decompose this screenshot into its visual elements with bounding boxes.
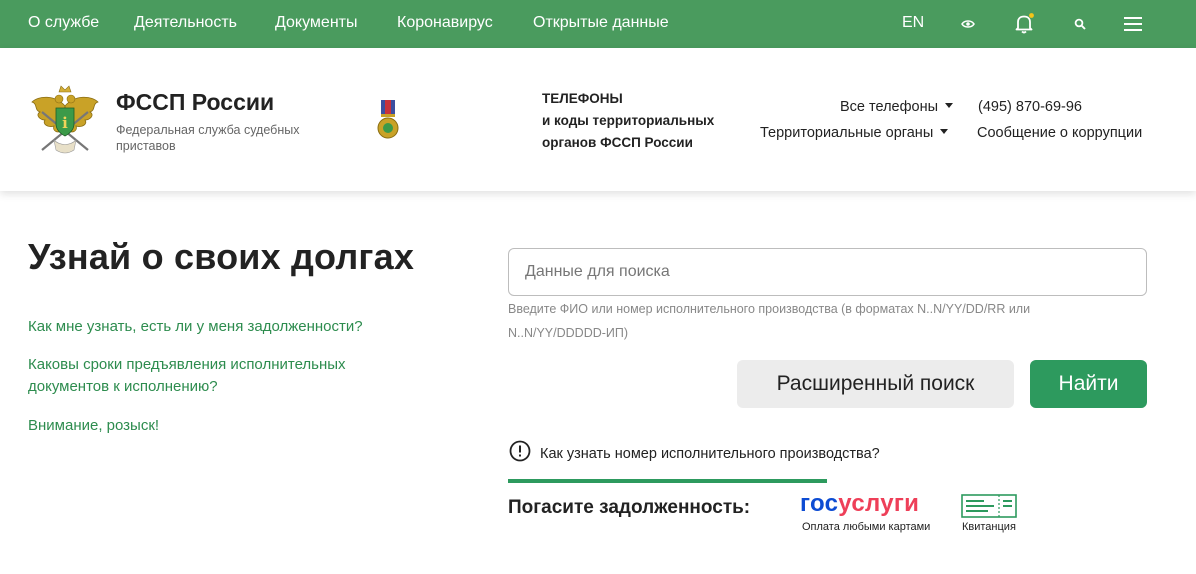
all-phones-label: Все телефоны <box>840 99 939 115</box>
nav-item-about[interactable]: О службе <box>28 14 99 32</box>
phones-line2: и коды территориальных <box>542 113 715 128</box>
nav-item-activity[interactable]: Деятельность <box>134 14 237 32</box>
svg-text:i: i <box>62 114 68 132</box>
gosuslugi-logo-part2: услуги <box>838 490 920 517</box>
proceeding-number-help-link[interactable]: Как узнать номер исполнительного произво… <box>509 440 880 467</box>
territorial-label: Территориальные органы <box>760 125 934 141</box>
page-title: Узнай о своих долгах <box>28 236 415 277</box>
notification-dot <box>1029 13 1034 18</box>
phones-line3: органов ФССП России <box>542 135 693 150</box>
receipt-icon[interactable] <box>961 494 1017 518</box>
fssp-emblem-icon[interactable]: i <box>30 84 100 156</box>
divider-bar <box>508 479 827 483</box>
nav-item-documents[interactable]: Документы <box>275 14 357 32</box>
bell-icon[interactable] <box>1012 12 1036 36</box>
phones-title: ТЕЛЕФОНЫ <box>542 91 623 106</box>
menu-icon[interactable] <box>1121 12 1145 36</box>
receipt-caption[interactable]: Квитанция <box>962 521 1016 533</box>
corruption-report-link[interactable]: Сообщение о коррупции <box>977 125 1142 141</box>
caret-down-icon <box>945 103 954 108</box>
eye-icon[interactable] <box>956 12 980 36</box>
phone-number-link[interactable]: (495) 870-69-96 <box>978 99 1082 115</box>
top-navigation: О службе Деятельность Документы Коронави… <box>0 0 1196 48</box>
gosuslugi-caption[interactable]: Оплата любыми картами <box>802 521 930 533</box>
medal-icon[interactable] <box>377 100 399 140</box>
org-name[interactable]: ФССП России <box>116 89 274 116</box>
faq-link-deadlines[interactable]: Каковы сроки предъявления исполнительных… <box>28 354 373 398</box>
nav-item-open-data[interactable]: Открытые данные <box>533 14 669 32</box>
all-phones-dropdown[interactable]: Все телефоны <box>840 99 954 115</box>
faq-link-debts[interactable]: Как мне узнать, есть ли у меня задолженн… <box>28 316 363 338</box>
gosuslugi-logo-part1: гос <box>800 490 839 517</box>
org-subtitle: Федеральная служба судебных приставов <box>116 123 300 153</box>
site-header: i ФССП России Федеральная служба судебны… <box>0 48 1196 191</box>
gosuslugi-logo[interactable]: госуслуги <box>800 490 919 518</box>
advanced-search-button[interactable]: Расширенный поиск <box>737 360 1014 408</box>
caret-down-icon <box>940 129 949 134</box>
search-icon[interactable] <box>1068 12 1092 36</box>
search-hint: Введите ФИО или номер исполнительного пр… <box>508 302 1031 340</box>
nav-item-coronavirus[interactable]: Коронавирус <box>397 14 493 32</box>
search-input[interactable] <box>508 248 1147 296</box>
find-button[interactable]: Найти <box>1030 360 1147 408</box>
faq-link-wanted[interactable]: Внимание, розыск! <box>28 415 159 437</box>
territorial-dropdown[interactable]: Территориальные органы <box>760 125 949 141</box>
language-switch[interactable]: EN <box>902 14 924 32</box>
exclamation-circle-icon <box>509 440 531 467</box>
proceeding-number-help-label: Как узнать номер исполнительного произво… <box>540 445 880 462</box>
pay-debt-label: Погасите задолженность: <box>508 497 751 518</box>
phones-codes-link[interactable]: ТЕЛЕФОНЫ и коды территориальных органов … <box>542 88 714 154</box>
